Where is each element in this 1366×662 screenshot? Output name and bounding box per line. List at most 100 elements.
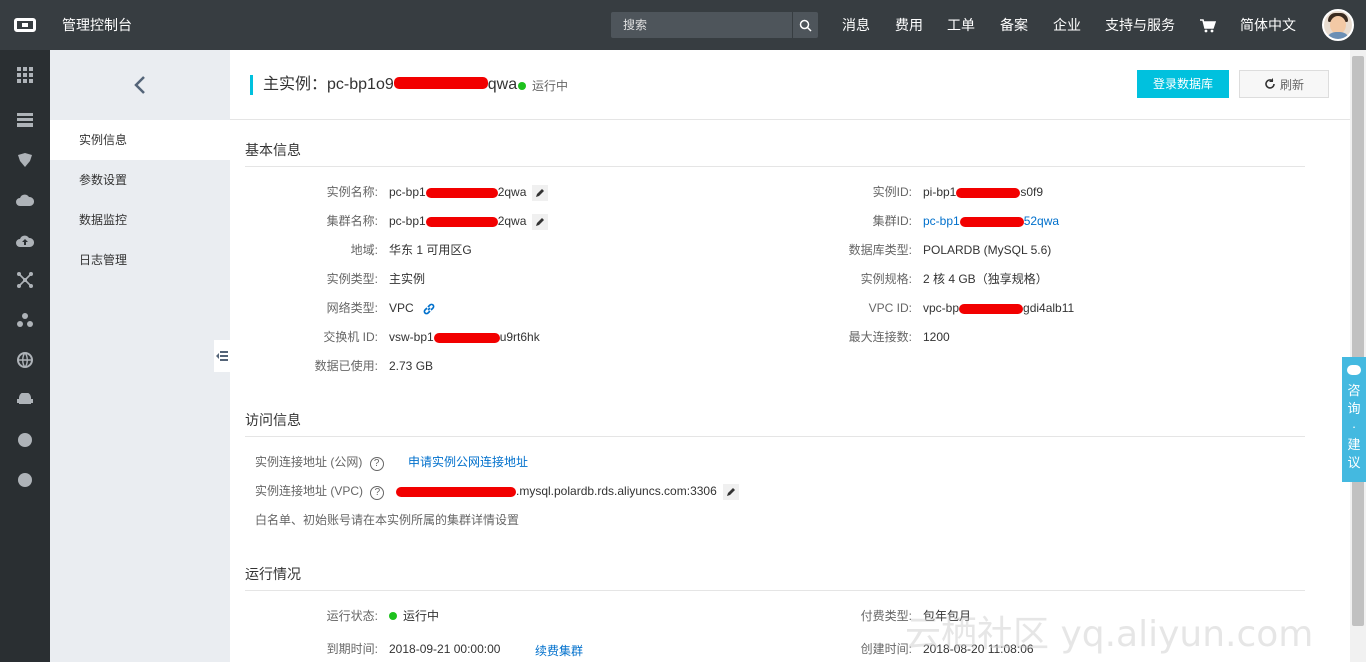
feedback-char: 建: [1347, 437, 1361, 452]
max-conn-value: 1200: [923, 330, 950, 344]
renew-cluster-link[interactable]: 续费集群: [535, 643, 583, 659]
redaction-mark: [425, 216, 498, 227]
nav-messages[interactable]: 消息: [842, 0, 870, 50]
chat-icon: [1347, 365, 1361, 375]
pencil-icon: [536, 217, 545, 226]
title-accent-bar: [250, 75, 253, 95]
vpc-address-text-value: .mysql.polardb.rds.aliyuncs.com:3306: [516, 484, 717, 498]
nav-tickets[interactable]: 工单: [947, 0, 975, 50]
edit-instance-name-button[interactable]: [532, 184, 549, 201]
apply-public-address-link[interactable]: 申请实例公网连接地址: [408, 454, 528, 470]
refresh-label: 刷新: [1279, 77, 1304, 92]
pay-type-label: 付费类型:: [860, 609, 912, 623]
feedback-char: 议: [1347, 455, 1361, 470]
search-input[interactable]: [611, 12, 791, 38]
scrollbar-thumb[interactable]: [1352, 56, 1364, 626]
cluster-id-link[interactable]: pc-bp1 52qwa: [923, 213, 1059, 229]
spec-label: 实例规格:: [860, 272, 912, 286]
vpc-id-end: gdi4alb11: [1023, 301, 1075, 315]
search-icon: [799, 19, 812, 32]
instance-id-end: s0f9: [1020, 185, 1044, 199]
expire-time-label: 到期时间:: [326, 642, 378, 656]
access-info-title: 访问信息: [245, 412, 301, 428]
network-type-value: VPC: [389, 300, 435, 316]
tools-icon[interactable]: [0, 380, 50, 420]
top-navbar: 管理控制台 消息 费用 工单 备案 企业 支持与服务 简体中文: [0, 0, 1366, 50]
nav-language[interactable]: 简体中文: [1240, 0, 1296, 50]
cart-icon[interactable]: [1200, 0, 1217, 50]
nav-icp[interactable]: 备案: [1000, 0, 1028, 50]
user-avatar[interactable]: [1322, 9, 1354, 41]
refresh-icon: [1265, 78, 1275, 89]
run-status-value: 运行中: [389, 608, 439, 624]
collapse-sidebar-button[interactable]: [214, 340, 230, 372]
vswitch-id-value: vsw-bp1 u9rt6hk: [389, 329, 540, 345]
feedback-char: 咨: [1347, 383, 1361, 398]
vpc-id-value: vpc-bp gdi4alb11: [923, 300, 1074, 316]
section-divider: [245, 436, 1305, 437]
instance-type-value: 主实例: [389, 272, 426, 286]
vpc-address-text: 实例连接地址 (VPC): [255, 484, 364, 498]
region-value: 华东 1 可用区G: [389, 243, 472, 257]
cloud-icon[interactable]: [0, 180, 50, 220]
edit-vpc-address-button[interactable]: [722, 483, 739, 500]
page-scrollbar[interactable]: [1350, 50, 1366, 662]
network-icon[interactable]: [0, 260, 50, 300]
cluster-icon[interactable]: [0, 300, 50, 340]
nav-billing[interactable]: 费用: [895, 0, 923, 50]
submenu-item-instance-info[interactable]: 实例信息: [50, 120, 230, 160]
cluster-id-end: 52qwa: [1023, 214, 1060, 228]
status-badge: 运行中: [518, 79, 568, 93]
console-title[interactable]: 管理控制台: [62, 0, 132, 50]
server-icon[interactable]: [0, 100, 50, 140]
instance-submenu: 实例信息 参数设置 数据监控 日志管理: [50, 50, 230, 662]
submenu-item-monitoring[interactable]: 数据监控: [50, 200, 230, 240]
cluster-name-start: pc-bp1: [389, 214, 426, 228]
instance-name-label: 实例名称:: [326, 185, 378, 199]
aliyun-logo-icon[interactable]: [0, 0, 50, 50]
instance-id-start: pi-bp1: [923, 185, 957, 199]
running-status-title: 运行情况: [245, 566, 301, 582]
edit-cluster-name-button[interactable]: [532, 213, 549, 230]
cluster-name-label: 集群名称:: [326, 214, 378, 228]
vpc-id-label: VPC ID:: [868, 301, 912, 315]
help-icon[interactable]: ?: [370, 486, 385, 500]
submenu-item-logs[interactable]: 日志管理: [50, 240, 230, 280]
vswitch-id-end: u9rt6hk: [499, 330, 540, 344]
link-icon[interactable]: [423, 303, 435, 315]
cluster-id-label: 集群ID:: [872, 214, 912, 228]
back-button[interactable]: [50, 50, 230, 120]
cluster-id-start: pc-bp1: [923, 214, 960, 228]
help-icon[interactable]: ?: [369, 457, 384, 471]
search-button[interactable]: [792, 12, 818, 38]
vpc-address-label: 实例连接地址 (VPC) ?: [255, 483, 385, 500]
redaction-mark: [956, 187, 1021, 198]
spec-value: 2 核 4 GB（独享规格）: [923, 272, 1048, 286]
login-database-button[interactable]: 登录数据库: [1137, 70, 1229, 98]
title-id-start: pc-bp1o9: [327, 76, 394, 93]
redaction-mark: [393, 77, 488, 90]
redaction-mark: [396, 486, 516, 497]
nav-support[interactable]: 支持与服务: [1105, 0, 1175, 50]
submenu-item-params[interactable]: 参数设置: [50, 160, 230, 200]
circle-icon[interactable]: [0, 460, 50, 500]
vpc-address-value: .mysql.polardb.rds.aliyuncs.com:3306: [396, 483, 739, 500]
data-used-label: 数据已使用:: [314, 359, 378, 373]
run-status-label: 运行状态:: [326, 609, 378, 623]
vpc-id-start: vpc-bp: [923, 301, 960, 315]
network-type-label: 网络类型:: [326, 301, 378, 315]
created-time-label: 创建时间:: [860, 642, 912, 656]
feedback-tab[interactable]: 咨 询 · 建 议: [1342, 357, 1366, 482]
grid-menu-icon[interactable]: [0, 55, 50, 95]
globe-icon[interactable]: [0, 340, 50, 380]
refresh-button[interactable]: 刷新: [1239, 70, 1329, 98]
whitelist-note: 白名单、初始账号请在本实例所属的集群详情设置: [255, 513, 520, 527]
redaction-mark: [425, 187, 498, 198]
cloud-upload-icon[interactable]: [0, 220, 50, 260]
circle-icon[interactable]: [0, 420, 50, 460]
instance-name-start: pc-bp1: [389, 185, 426, 199]
database-icon[interactable]: [0, 140, 50, 180]
nav-enterprise[interactable]: 企业: [1053, 0, 1081, 50]
redaction-mark: [433, 332, 500, 343]
status-text: 运行中: [532, 79, 569, 93]
